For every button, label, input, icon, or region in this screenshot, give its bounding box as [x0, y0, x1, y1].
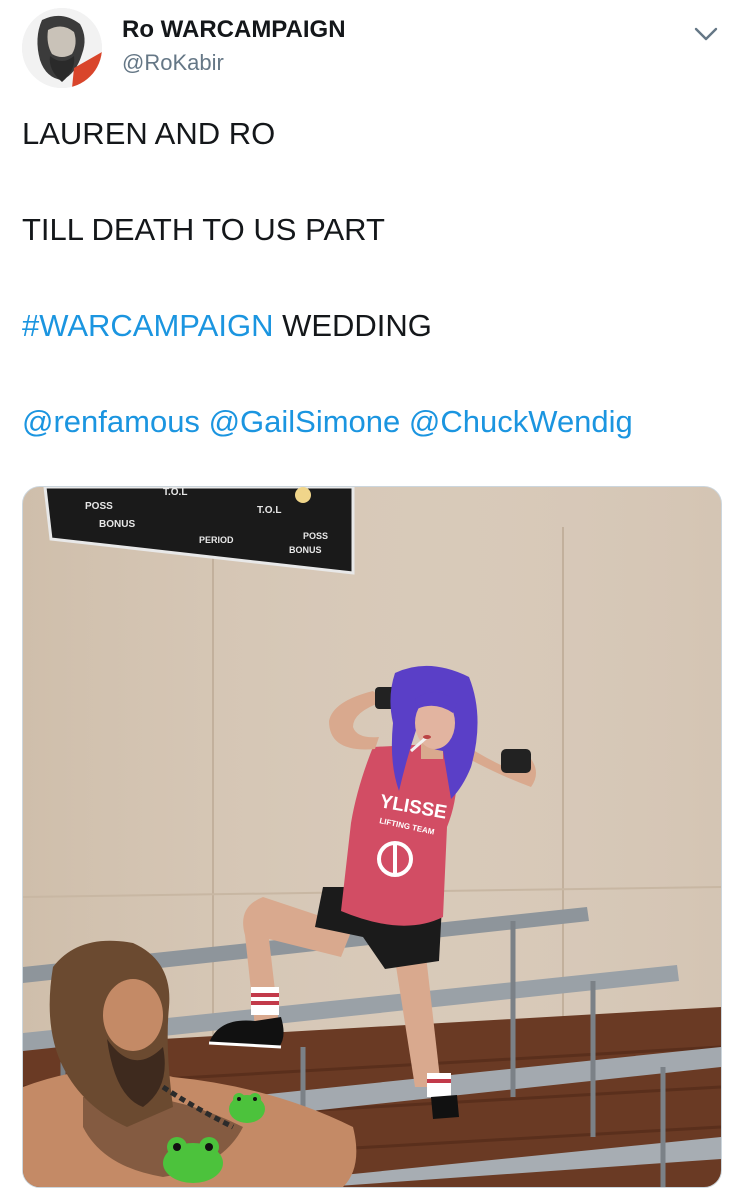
chevron-down-icon[interactable] — [690, 18, 722, 50]
scoreboard-label: POSS — [303, 531, 328, 541]
mention-link[interactable]: @ChuckWendig — [409, 404, 633, 439]
scoreboard-label: POSS — [85, 501, 113, 512]
scoreboard-label: BONUS — [289, 545, 322, 555]
tweet-text-line-3: #WARCAMPAIGN WEDDING — [22, 308, 432, 344]
mention-link[interactable]: @renfamous — [22, 404, 200, 439]
scoreboard-label: T.O.L — [257, 505, 281, 516]
avatar[interactable] — [22, 8, 102, 88]
user-handle[interactable]: @RoKabir — [122, 50, 224, 76]
tweet: Ro WARCAMPAIGN @RoKabir LAUREN AND RO TI… — [0, 0, 744, 1200]
mention-link[interactable]: @GailSimone — [209, 404, 401, 439]
hashtag-trailing-text: WEDDING — [273, 308, 432, 343]
scoreboard-label: T.O.L — [163, 487, 187, 498]
scoreboard-label: PERIOD — [199, 535, 234, 545]
tweet-photo[interactable]: T.O.L POSS BONUS PERIOD T.O.L POSS BONUS — [22, 486, 722, 1188]
display-name[interactable]: Ro WARCAMPAIGN — [122, 16, 346, 44]
mentions-line: @renfamous @GailSimone @ChuckWendig — [22, 404, 633, 440]
tweet-text-line-2: TILL DEATH TO US PART — [22, 212, 385, 247]
tweet-text-line-1: LAUREN AND RO — [22, 116, 276, 151]
photo-scene: T.O.L POSS BONUS PERIOD T.O.L POSS BONUS — [23, 487, 721, 1187]
frog-sticker — [229, 1093, 265, 1123]
frog-sticker — [163, 1137, 223, 1183]
hashtag-link[interactable]: #WARCAMPAIGN — [22, 308, 273, 343]
avatar-image — [22, 8, 102, 88]
scoreboard-label: BONUS — [99, 519, 135, 530]
